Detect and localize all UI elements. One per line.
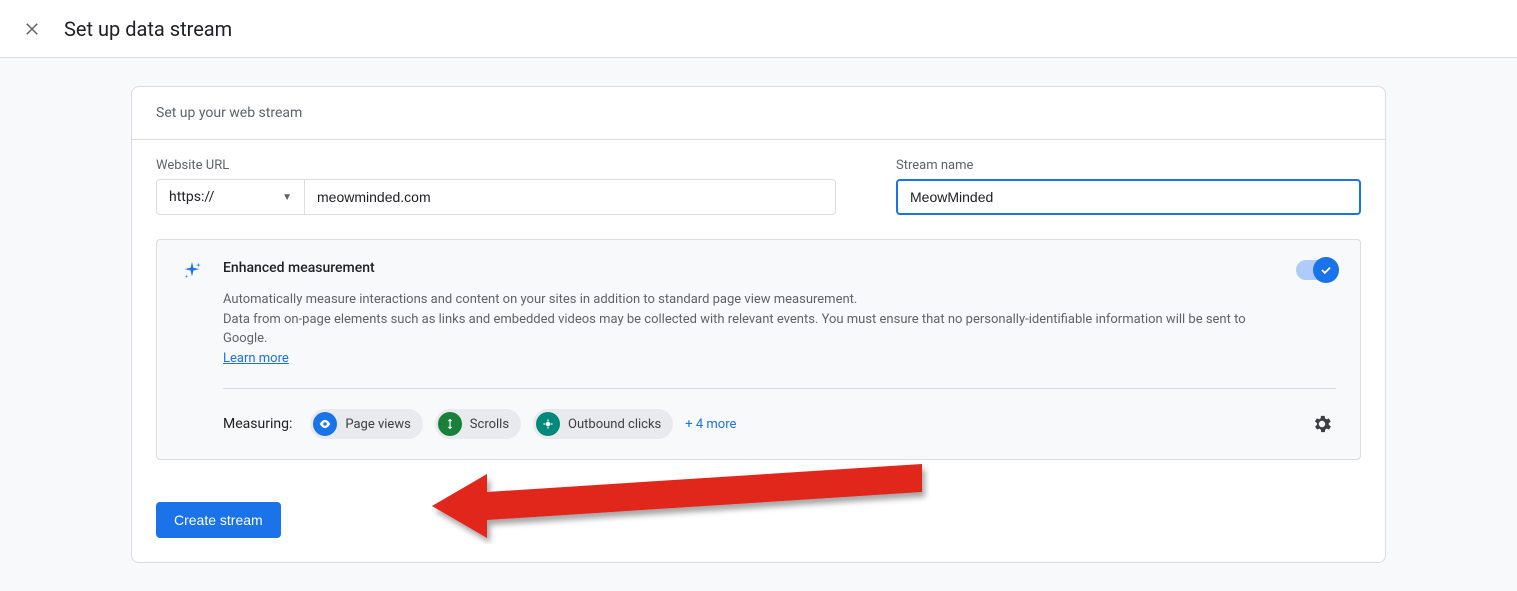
sparkle-icon — [181, 260, 205, 284]
outbound-icon — [536, 412, 560, 436]
measuring-row: Measuring: Page views Scrolls Outbound c… — [223, 388, 1336, 439]
more-link[interactable]: + 4 more — [685, 417, 736, 432]
chip-scrolls: Scrolls — [435, 409, 521, 439]
chip-outbound: Outbound clicks — [533, 409, 673, 439]
eye-icon — [313, 412, 337, 436]
protocol-select[interactable]: https:// ▼ — [157, 180, 305, 214]
scroll-icon — [438, 412, 462, 436]
stream-name-label: Stream name — [896, 158, 1361, 173]
enhanced-desc-2: Data from on-page elements such as links… — [223, 312, 1246, 347]
gear-icon[interactable] — [1308, 410, 1336, 438]
page-title: Set up data stream — [64, 17, 232, 41]
close-icon[interactable] — [20, 17, 44, 41]
top-bar: Set up data stream — [0, 0, 1517, 58]
stream-name-input[interactable] — [896, 179, 1361, 215]
chevron-down-icon: ▼ — [282, 192, 292, 203]
website-url-label: Website URL — [156, 158, 836, 173]
protocol-value: https:// — [169, 189, 214, 205]
website-url-input[interactable] — [305, 180, 835, 214]
toggle-knob — [1313, 257, 1339, 283]
enhanced-measurement-box: Enhanced measurement Automatically measu… — [156, 239, 1361, 460]
enhanced-toggle[interactable] — [1296, 260, 1336, 280]
enhanced-desc-1: Automatically measure interactions and c… — [223, 292, 857, 307]
form-row: Website URL https:// ▼ Stream name — [132, 139, 1385, 239]
enhanced-title: Enhanced measurement — [223, 260, 1278, 276]
main-panel: Set up your web stream Website URL https… — [131, 86, 1386, 563]
chip-label: Page views — [345, 417, 410, 432]
chip-label: Scrolls — [470, 417, 509, 432]
learn-more-link[interactable]: Learn more — [223, 351, 289, 366]
panel-header: Set up your web stream — [132, 87, 1385, 139]
chip-label: Outbound clicks — [568, 417, 661, 432]
measuring-label: Measuring: — [223, 416, 292, 432]
footer: Create stream — [132, 484, 1385, 562]
create-stream-button[interactable]: Create stream — [156, 502, 281, 538]
chip-page-views: Page views — [310, 409, 422, 439]
